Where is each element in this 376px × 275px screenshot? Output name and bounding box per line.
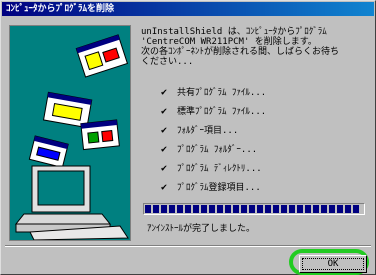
progress-segment	[297, 205, 303, 213]
title-bar[interactable]: ｺﾝﾋﾟｭｰﾀからﾌﾟﾛｸﾞﾗﾑを削除	[2, 2, 374, 16]
progress-bar	[143, 203, 365, 215]
progress-segment	[273, 205, 279, 213]
list-item: ✔ ﾌﾟﾛｸﾞﾗﾑ ﾃﾞｨﾚｸﾄﾘ...	[141, 159, 266, 178]
progress-segment	[345, 205, 351, 213]
progress-segment	[233, 205, 239, 213]
progress-segment	[161, 205, 167, 213]
progress-segment	[193, 205, 199, 213]
divider	[5, 245, 371, 247]
progress-segment	[145, 205, 151, 213]
progress-segment	[313, 205, 319, 213]
description-text: unInstallShield は、ｺﾝﾋﾟｭｰﾀからﾌﾟﾛｸﾞﾗﾑ 'Cent…	[141, 27, 340, 67]
progress-segment	[217, 205, 223, 213]
progress-segment	[201, 205, 207, 213]
progress-segment	[337, 205, 343, 213]
progress-segment	[153, 205, 159, 213]
progress-segment	[289, 205, 295, 213]
item-label: ﾌﾟﾛｸﾞﾗﾑ ﾃﾞｨﾚｸﾄﾘ...	[177, 164, 262, 174]
checkmark-icon: ✔	[161, 125, 168, 136]
progress-segment	[257, 205, 263, 213]
progress-segment	[209, 205, 215, 213]
checkmark-icon: ✔	[161, 87, 168, 98]
progress-segment	[265, 205, 271, 213]
checkmark-icon: ✔	[161, 144, 168, 155]
illustration-panel	[9, 25, 131, 241]
computer-illustration-icon	[10, 26, 130, 240]
list-item: ✔ ﾌﾟﾛｸﾞﾗﾑ登録項目...	[141, 178, 266, 197]
progress-segment	[281, 205, 287, 213]
ok-button[interactable]: OK	[299, 255, 367, 273]
checkmark-icon: ✔	[161, 106, 168, 117]
progress-segment	[305, 205, 311, 213]
item-label: ﾌﾟﾛｸﾞﾗﾑ ﾌｫﾙﾀﾞｰ...	[177, 145, 258, 155]
progress-segment	[241, 205, 247, 213]
focus-rect	[302, 258, 364, 270]
list-item: ✔ ﾌｫﾙﾀﾞｰ項目...	[141, 121, 266, 140]
progress-segment	[185, 205, 191, 213]
list-item: ✔ 共有ﾌﾟﾛｸﾞﾗﾑ ﾌｧｲﾙ...	[141, 83, 266, 102]
item-label: 共有ﾌﾟﾛｸﾞﾗﾑ ﾌｧｲﾙ...	[177, 88, 267, 98]
item-label: ﾌﾟﾛｸﾞﾗﾑ登録項目...	[177, 183, 261, 193]
progress-segment	[249, 205, 255, 213]
status-text: ｱﾝｲﾝｽﾄｰﾙが完了しました。	[147, 224, 256, 234]
list-item: ✔ ﾌﾟﾛｸﾞﾗﾑ ﾌｫﾙﾀﾞｰ...	[141, 140, 266, 159]
progress-segment	[225, 205, 231, 213]
checkmark-icon: ✔	[161, 182, 168, 193]
uninstall-dialog: ｺﾝﾋﾟｭｰﾀからﾌﾟﾛｸﾞﾗﾑを削除 unInstallShield は、ｺﾝ…	[0, 0, 376, 275]
item-label: ﾌｫﾙﾀﾞｰ項目...	[177, 126, 239, 136]
item-label: 標準ﾌﾟﾛｸﾞﾗﾑ ﾌｧｲﾙ...	[177, 107, 267, 117]
progress-segment	[353, 205, 359, 213]
progress-segment	[177, 205, 183, 213]
component-list: ✔ 共有ﾌﾟﾛｸﾞﾗﾑ ﾌｧｲﾙ... ✔ 標準ﾌﾟﾛｸﾞﾗﾑ ﾌｧｲﾙ... ✔ ﾌ…	[141, 83, 266, 197]
progress-segment	[329, 205, 335, 213]
list-item: ✔ 標準ﾌﾟﾛｸﾞﾗﾑ ﾌｧｲﾙ...	[141, 102, 266, 121]
progress-segment	[321, 205, 327, 213]
progress-segment	[169, 205, 175, 213]
checkmark-icon: ✔	[161, 163, 168, 174]
